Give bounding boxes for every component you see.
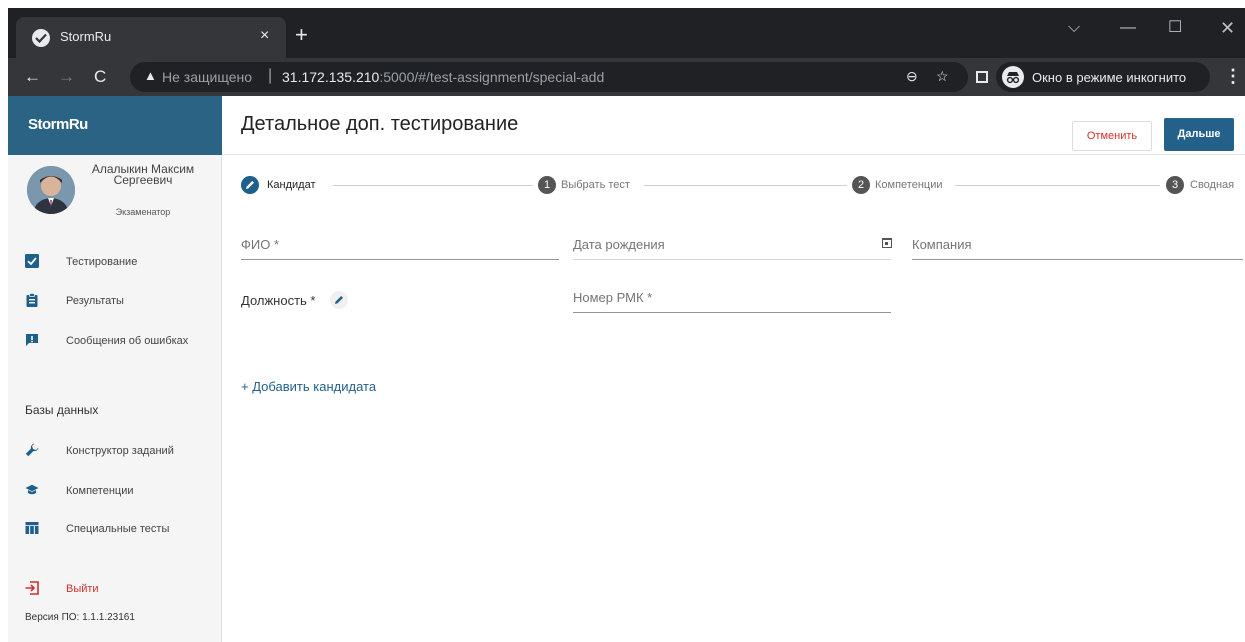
url-separator: |: [268, 67, 273, 84]
back-icon[interactable]: ←: [24, 66, 41, 88]
brand-logo-text: StormRu: [28, 116, 88, 133]
menu-kebab-icon[interactable]: ⋮: [1224, 66, 1242, 87]
warning-icon: ▲: [144, 68, 157, 83]
company-underline: [912, 259, 1243, 260]
step-number[interactable]: 1: [538, 176, 556, 194]
url-host: 31.172.135.210: [282, 69, 380, 85]
wrench-icon: [25, 443, 39, 457]
clipboard-icon: [25, 293, 39, 307]
sidebar-item-competencies[interactable]: Компетенции: [8, 474, 222, 510]
next-button[interactable]: Дальше: [1164, 118, 1234, 151]
side-panel-icon[interactable]: [976, 71, 988, 83]
reload-icon[interactable]: C: [94, 66, 106, 88]
user-name: Алалыкин Максим Сергеевич: [91, 162, 195, 187]
avatar: [27, 166, 75, 214]
step-number[interactable]: 3: [1166, 176, 1184, 194]
tab-title: StormRu: [60, 29, 112, 44]
rmk-underline: [573, 312, 891, 313]
step-label-candidate[interactable]: Кандидат: [267, 179, 316, 191]
version-label: Версия ПО: 1.1.1.23161: [25, 612, 135, 623]
tab-strip: StormRu × + ⌵ — ☐ ✕: [8, 8, 1245, 58]
address-bar[interactable]: ▲ Не защищено | 31.172.135.210:5000/#/te…: [130, 62, 968, 92]
app-root: StormRu Алалыкин Максим Сергеевич Экзаме…: [8, 96, 1245, 642]
step-label-summary[interactable]: Сводная: [1190, 179, 1234, 191]
main-content: Детальное доп. тестирование Отменить Дал…: [222, 96, 1245, 642]
birth-date-field[interactable]: Дата рождения: [573, 236, 891, 261]
logout-label: Выйти: [66, 583, 99, 595]
minimize-icon[interactable]: —: [1120, 18, 1136, 38]
sidebar-item-logout[interactable]: Выйти: [8, 572, 222, 608]
user-role: Экзаменатор: [115, 207, 171, 217]
calendar-icon[interactable]: [882, 238, 892, 248]
fio-field[interactable]: ФИО *: [241, 236, 559, 261]
sidebar-item-label: Сообщения об ошибках: [66, 335, 189, 347]
sidebar-item-label: Специальные тесты: [66, 523, 170, 535]
step-connector: [955, 185, 1160, 186]
stepper: Кандидат 1 Выбрать тест 2 Компетенции 3 …: [241, 176, 1241, 196]
rmk-number-label: Номер РМК *: [573, 290, 653, 305]
add-candidate-link[interactable]: + Добавить кандидата: [241, 379, 376, 394]
sidebar-item-testing[interactable]: Тестирование: [8, 245, 222, 281]
birth-date-label: Дата рождения: [573, 237, 665, 252]
step-candidate-edit-icon[interactable]: [241, 176, 259, 194]
step-number[interactable]: 2: [852, 176, 870, 194]
incognito-label: Окно в режиме инкогнито: [1032, 70, 1187, 85]
favicon-check-icon: [32, 29, 50, 47]
url-text: 31.172.135.210:5000/#/test-assignment/sp…: [282, 69, 604, 85]
browser-window: StormRu × + ⌵ — ☐ ✕ ← → C ▲ Не защищено …: [8, 8, 1245, 642]
close-window-icon[interactable]: ✕: [1220, 18, 1235, 38]
forward-icon[interactable]: →: [58, 66, 75, 88]
cancel-button[interactable]: Отменить: [1072, 121, 1152, 151]
company-field[interactable]: Компания: [912, 236, 1243, 261]
table-icon: [25, 521, 39, 535]
sidebar-item-label: Тестирование: [66, 256, 138, 268]
incognito-icon: [1002, 66, 1024, 88]
sidebar-item-special-tests[interactable]: Специальные тесты: [8, 512, 222, 548]
step-connector: [644, 185, 847, 186]
tab-search-icon[interactable]: ⌵: [1068, 18, 1080, 38]
logout-icon: [25, 581, 39, 595]
new-tab-button[interactable]: +: [295, 24, 308, 46]
step-label-select-test[interactable]: Выбрать тест: [561, 179, 630, 191]
edit-position-pencil-icon[interactable]: [330, 291, 348, 309]
maximize-icon[interactable]: ☐: [1168, 18, 1182, 38]
sidebar-item-task-constructor[interactable]: Конструктор заданий: [8, 434, 222, 470]
report-icon: [25, 333, 39, 347]
bookmark-star-icon[interactable]: ☆: [936, 68, 949, 85]
zoom-icon[interactable]: ⊖: [906, 68, 918, 85]
sidebar-item-label: Компетенции: [66, 485, 134, 497]
sidebar: StormRu Алалыкин Максим Сергеевич Экзаме…: [8, 96, 222, 642]
sidebar-item-label: Конструктор заданий: [66, 445, 174, 457]
fio-underline: [241, 259, 559, 260]
sidebar-item-results[interactable]: Результаты: [8, 284, 222, 320]
page-header: Детальное доп. тестирование Отменить Дал…: [222, 96, 1245, 155]
page-title: Детальное доп. тестирование: [241, 113, 519, 135]
rmk-number-field[interactable]: Номер РМК *: [573, 289, 891, 314]
sidebar-item-error-reports[interactable]: Сообщения об ошибках: [8, 324, 222, 360]
company-label: Компания: [912, 237, 972, 252]
url-path: :5000/#/test-assignment/special-add: [379, 69, 605, 85]
sidebar-item-label: Результаты: [66, 295, 124, 307]
position-label: Должность *: [241, 293, 316, 308]
fio-label: ФИО *: [241, 237, 280, 252]
close-tab-icon[interactable]: ×: [260, 26, 269, 46]
browser-tab[interactable]: StormRu ×: [16, 17, 286, 58]
birth-date-underline: [573, 259, 891, 260]
step-connector: [333, 185, 533, 186]
step-label-competencies[interactable]: Компетенции: [875, 179, 943, 191]
section-title-databases: Базы данных: [25, 403, 99, 417]
checkbox-icon: [25, 254, 39, 268]
brand-header: StormRu: [8, 96, 222, 155]
browser-toolbar: ← → C ▲ Не защищено | 31.172.135.210:500…: [8, 58, 1245, 96]
insecure-label: Не защищено: [162, 69, 252, 85]
incognito-indicator[interactable]: Окно в режиме инкогнито: [996, 62, 1210, 92]
school-icon: [25, 483, 39, 497]
